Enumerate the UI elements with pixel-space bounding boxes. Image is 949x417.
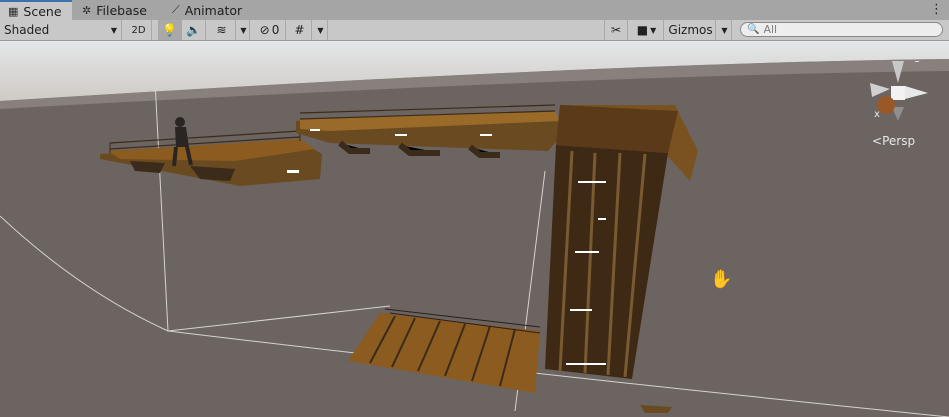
chevron-down-icon: ▼: [317, 25, 324, 35]
lighting-toggle[interactable]: 💡: [158, 20, 182, 40]
tools-toggle[interactable]: ✂: [604, 20, 628, 40]
chevron-down-icon: ▼: [650, 25, 657, 35]
gizmos-dropdown[interactable]: ▼: [716, 20, 732, 40]
camera-settings-dropdown[interactable]: ■ ▼: [630, 20, 664, 40]
search-input[interactable]: 🔍 All: [740, 22, 943, 37]
projection-label: Persp: [882, 134, 916, 148]
projection-toggle[interactable]: <Persp: [872, 134, 915, 148]
tab-label: Scene: [23, 4, 62, 19]
search-placeholder: All: [763, 23, 778, 36]
search-icon: 🔍: [747, 24, 760, 35]
scene-visibility-toggle[interactable]: ⊘ 0: [254, 20, 286, 40]
tab-scene[interactable]: ▦ Scene: [0, 0, 72, 21]
gizmos-button[interactable]: Gizmos: [666, 20, 716, 40]
hidden-object-count: 0: [271, 23, 280, 37]
toggle-2d-button[interactable]: 2D: [126, 20, 152, 40]
tab-label: Animator: [184, 2, 243, 18]
effects-icon: ≋: [216, 23, 227, 37]
tools-icon: ✂: [610, 23, 622, 37]
scene-toolbar: Shaded ▼ 2D 💡 🔈 ≋ ▼ ⊘ 0 # ▼ ✂ ■ ▼ Gizmos…: [0, 20, 949, 41]
audio-toggle[interactable]: 🔈: [182, 20, 206, 40]
effects-toggle[interactable]: ≋: [208, 20, 236, 40]
chevron-left-icon: <: [872, 134, 883, 148]
gizmo-axis-x: x: [874, 109, 880, 120]
visibility-off-icon: ⊘: [259, 23, 270, 37]
shading-mode-value: Shaded: [4, 23, 50, 37]
gizmos-label: Gizmos: [668, 23, 713, 37]
grid-icon: ▦: [8, 5, 19, 18]
toggle-2d-label: 2D: [131, 24, 146, 36]
lightbulb-icon: 💡: [162, 23, 177, 37]
tab-filebase[interactable]: ✲ Filebase: [74, 0, 166, 20]
grid-icon: #: [294, 23, 305, 37]
pan-hand-cursor-icon: ✋: [710, 269, 733, 290]
grid-toggle[interactable]: #: [288, 20, 312, 40]
tab-animator[interactable]: ⟋ Animator: [164, 0, 254, 20]
camera-icon: ■: [636, 23, 649, 37]
filebase-icon: ✲: [82, 3, 92, 17]
scene-render: [0, 41, 949, 417]
window-tab-bar: ▦ Scene ✲ Filebase ⟋ Animator ⋮: [0, 0, 949, 21]
speaker-icon: 🔈: [186, 23, 201, 37]
gizmo-axis-z: z: [903, 87, 909, 98]
scene-viewport[interactable]: z x <Persp ✋: [0, 41, 949, 417]
chevron-down-icon: ▼: [240, 25, 247, 35]
animator-icon: ⟋: [172, 3, 180, 16]
effects-dropdown[interactable]: ▼: [236, 20, 250, 40]
more-options-icon[interactable]: ⋮: [930, 2, 943, 17]
shading-mode-dropdown[interactable]: Shaded ▼: [0, 20, 122, 40]
chevron-down-icon: ▼: [110, 25, 117, 35]
grid-dropdown[interactable]: ▼: [312, 20, 328, 40]
tab-label: Filebase: [96, 2, 147, 18]
chevron-down-icon: ▼: [721, 25, 728, 35]
